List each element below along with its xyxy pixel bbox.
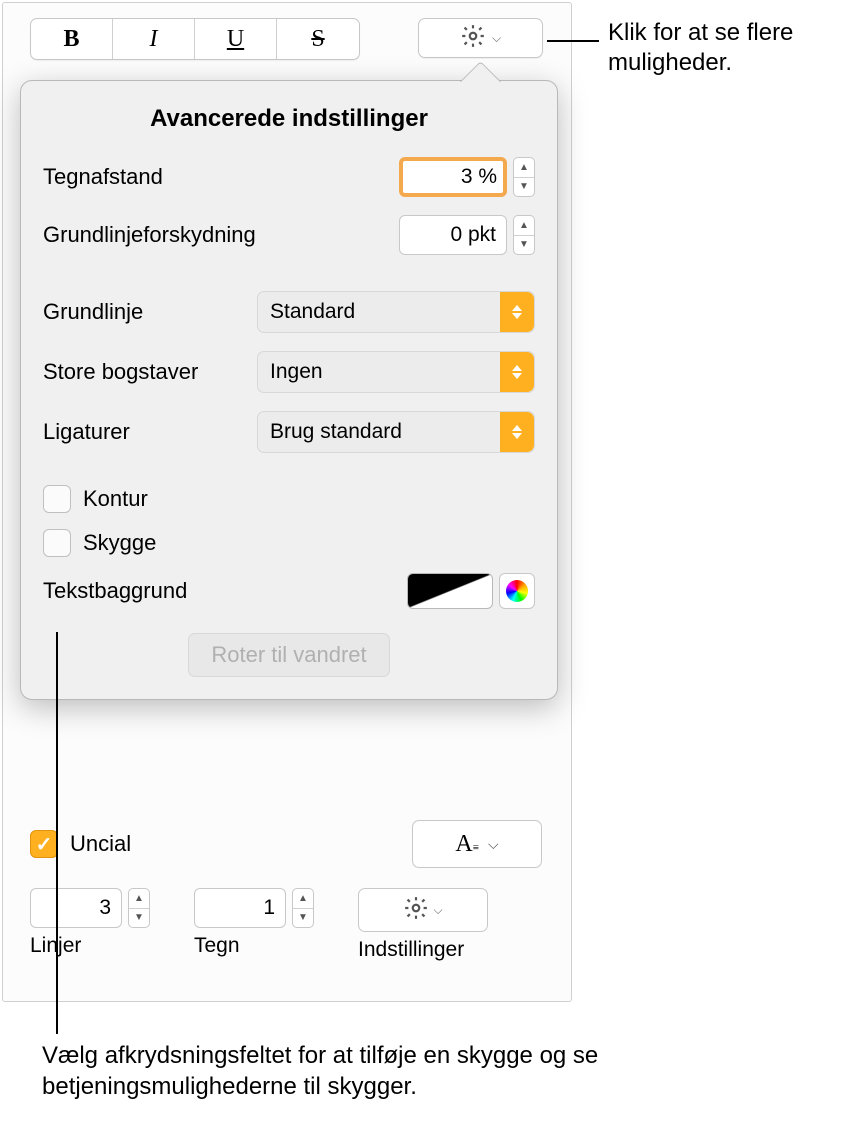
grundlinje-select[interactable]: Standard	[257, 291, 535, 333]
chevron-down-icon: ⌵	[488, 836, 499, 853]
tekstbaggrund-row: Tekstbaggrund	[43, 573, 535, 609]
grundlinjeforskydning-stepper[interactable]: ▲▼	[513, 215, 535, 255]
style-segmented-control: B I U S	[30, 18, 360, 60]
ligaturer-label: Ligaturer	[43, 419, 241, 445]
tegnafstand-row: Tegnafstand 3 % ▲▼	[43, 157, 535, 197]
grundlinje-row: Grundlinje Standard	[43, 291, 535, 333]
grundlinje-label: Grundlinje	[43, 299, 241, 325]
dropcap-icon: A≡	[455, 831, 478, 858]
tegn-stepper[interactable]: ▲▼	[292, 888, 314, 928]
storebogstaver-value: Ingen	[270, 360, 323, 384]
dropcap-style-button[interactable]: A≡ ⌵	[412, 820, 542, 868]
indstillinger-label: Indstillinger	[358, 938, 488, 962]
tekstbaggrund-label: Tekstbaggrund	[43, 578, 187, 604]
dropcap-section: ✓ Uncial A≡ ⌵ 3 ▲▼ Linjer 1 ▲▼ Tegn	[30, 820, 542, 962]
gear-icon	[460, 23, 486, 54]
text-style-toolbar: B I U S	[30, 18, 360, 60]
kontur-checkbox[interactable]	[43, 485, 71, 513]
callout-leader-1	[547, 40, 599, 42]
rotate-to-horizontal-button: Roter til vandret	[188, 633, 389, 677]
select-arrows-icon	[500, 412, 534, 452]
storebogstaver-label: Store bogstaver	[43, 359, 241, 385]
tekstbaggrund-color-well[interactable]	[407, 573, 493, 609]
linjer-input[interactable]: 3	[30, 888, 122, 928]
strikethrough-button[interactable]: S	[277, 19, 359, 59]
callout-leader-2	[56, 632, 58, 1034]
select-arrows-icon	[500, 352, 534, 392]
callout-text-top: Klik for at se flere muligheder.	[608, 18, 846, 78]
kontur-row: Kontur	[43, 485, 535, 513]
chevron-down-icon: ⌵	[492, 31, 501, 46]
tegnafstand-input[interactable]: 3 %	[399, 157, 507, 197]
grundlinje-value: Standard	[270, 300, 355, 324]
popover-title: Avancerede indstillinger	[43, 105, 535, 133]
skygge-row: Skygge	[43, 529, 535, 557]
advanced-options-button[interactable]: ⌵	[418, 18, 543, 58]
ligaturer-row: Ligaturer Brug standard	[43, 411, 535, 453]
bold-button[interactable]: B	[31, 19, 113, 59]
underline-button[interactable]: U	[195, 19, 277, 59]
italic-button[interactable]: I	[113, 19, 195, 59]
linjer-stepper[interactable]: ▲▼	[128, 888, 150, 928]
grundlinjeforskydning-row: Grundlinjeforskydning 0 pkt ▲▼	[43, 215, 535, 255]
grundlinjeforskydning-label: Grundlinjeforskydning	[43, 222, 256, 248]
ligaturer-value: Brug standard	[270, 420, 402, 444]
uncial-label: Uncial	[70, 831, 131, 857]
storebogstaver-select[interactable]: Ingen	[257, 351, 535, 393]
chevron-down-icon: ⌵	[433, 903, 442, 918]
tegnafstand-label: Tegnafstand	[43, 164, 163, 190]
gear-icon	[403, 895, 429, 926]
skygge-label: Skygge	[83, 530, 156, 556]
uncial-checkbox[interactable]: ✓	[30, 830, 58, 858]
tegnafstand-stepper[interactable]: ▲▼	[513, 157, 535, 197]
dropcap-settings-button[interactable]: ⌵	[358, 888, 488, 932]
select-arrows-icon	[500, 292, 534, 332]
skygge-checkbox[interactable]	[43, 529, 71, 557]
tegn-label: Tegn	[194, 934, 314, 958]
advanced-settings-popover: Avancerede indstillinger Tegnafstand 3 %…	[20, 80, 558, 700]
callout-text-bottom: Vælg afkrydsningsfeltet for at tilføje e…	[42, 1040, 846, 1102]
linjer-label: Linjer	[30, 934, 150, 958]
color-wheel-icon	[506, 580, 528, 602]
kontur-label: Kontur	[83, 486, 148, 512]
ligaturer-select[interactable]: Brug standard	[257, 411, 535, 453]
grundlinjeforskydning-input[interactable]: 0 pkt	[399, 215, 507, 255]
tekstbaggrund-color-picker[interactable]	[499, 573, 535, 609]
tegn-input[interactable]: 1	[194, 888, 286, 928]
storebogstaver-row: Store bogstaver Ingen	[43, 351, 535, 393]
